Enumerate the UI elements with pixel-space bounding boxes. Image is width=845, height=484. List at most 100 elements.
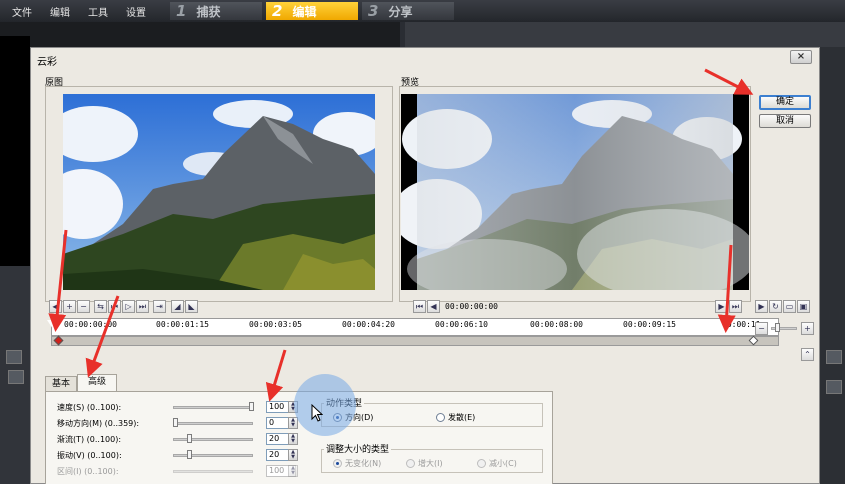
step-number: 2 [272, 2, 283, 20]
mountain-photo [63, 94, 375, 290]
background-library-header [405, 22, 845, 47]
timeline-ruler[interactable]: 00:00:00:00 00:00:01:15 00:00:03:05 00:0… [51, 318, 779, 336]
radio-label: 减小(C) [489, 459, 517, 468]
mouse-cursor-icon [311, 404, 323, 422]
background-preview-window [0, 36, 30, 266]
direction-slider[interactable] [173, 422, 253, 425]
flow-spinner[interactable]: ▲ ▼ [288, 433, 298, 445]
preview-window-icon[interactable]: ▭ [783, 300, 796, 313]
zoom-in-icon[interactable]: + [801, 322, 814, 335]
collapse-icon[interactable]: ⌃ [801, 348, 814, 361]
prev-keyframe-icon[interactable]: ◀ [49, 300, 62, 313]
ruler-tick: 00:00:06:10 [435, 320, 488, 329]
vibration-slider[interactable] [173, 454, 253, 457]
radio-label: 增大(I) [418, 459, 443, 468]
dialog-title: 云彩 [37, 57, 57, 68]
first-keyframe-icon[interactable]: ⏮ [108, 300, 121, 313]
step-edit[interactable]: 2 编辑 [266, 2, 358, 20]
menu-file[interactable]: 文件 [12, 4, 32, 19]
speed-slider[interactable] [173, 406, 253, 409]
background-library-strip [820, 47, 845, 484]
resize-decrease-radio: 减小(C) [477, 458, 517, 469]
speed-label: 速度(S) (0..100): [57, 403, 122, 412]
ruler-tick: 00:00:03:05 [249, 320, 302, 329]
radio-label: 发散(E) [448, 413, 476, 422]
step-forward-icon[interactable]: ▶ [715, 300, 728, 313]
next-keyframe-icon[interactable]: ▷ [122, 300, 135, 313]
resize-none-radio: 无变化(N) [333, 458, 381, 469]
tab-advanced[interactable]: 高级 [77, 374, 117, 392]
ruler-tick: 00:00:04:20 [342, 320, 395, 329]
radio-dot [477, 459, 486, 468]
radio-dot [436, 413, 445, 422]
add-keyframe-icon[interactable]: + [63, 300, 76, 313]
flow-label: 渐流(T) (0..100): [57, 435, 122, 444]
mountain-photo-clouded [401, 94, 749, 290]
step-back-icon[interactable]: ◀ [427, 300, 440, 313]
zoom-out-icon[interactable]: − [755, 322, 768, 335]
preview-timecode: 00:00:00:00 [445, 302, 498, 311]
loop-icon[interactable]: ↻ [769, 300, 782, 313]
clouds-dialog: 云彩 × 原图 预览 确定 取消 ◀ + − ⇆ ⏮ ▷ ⏭ ⇥ ◢ ◣ ⏮ ◀… [30, 47, 820, 484]
fade-in-icon[interactable]: ◢ [171, 300, 184, 313]
vibration-slider-thumb[interactable] [187, 450, 192, 459]
menu-edit[interactable]: 编辑 [50, 4, 70, 19]
close-button[interactable]: × [790, 50, 812, 64]
remove-keyframe-icon[interactable]: − [77, 300, 90, 313]
flow-slider-thumb[interactable] [187, 434, 192, 443]
radio-dot [406, 459, 415, 468]
step-label: 编辑 [292, 4, 317, 19]
ruler-tick: 00:00:00:00 [64, 320, 117, 329]
start-keyframe[interactable] [53, 335, 64, 346]
go-to-end-icon[interactable]: ⏭ [729, 300, 742, 313]
speed-slider-thumb[interactable] [249, 402, 254, 411]
motion-diverge-radio[interactable]: 发散(E) [436, 412, 475, 423]
copy-keyframe-icon[interactable]: ⇥ [153, 300, 166, 313]
radio-label: 无变化(N) [345, 459, 382, 468]
fade-out-icon[interactable]: ◣ [185, 300, 198, 313]
background-tool-icon [6, 350, 22, 364]
step-share[interactable]: 3 分享 [362, 2, 454, 20]
last-keyframe-icon[interactable]: ⏭ [136, 300, 149, 313]
workflow-steps: 1 捕获 2 编辑 3 分享 [170, 2, 458, 20]
resize-increase-radio: 增大(I) [406, 458, 443, 469]
ruler-tick: 00:00:01:15 [156, 320, 209, 329]
end-keyframe[interactable] [748, 335, 759, 346]
interval-label: 区间(I) (0..100): [57, 467, 119, 476]
playhead-marker[interactable] [47, 320, 59, 329]
monitor-icon[interactable]: ▣ [797, 300, 810, 313]
ok-button[interactable]: 确定 [759, 95, 811, 110]
interval-slider [173, 470, 253, 473]
resize-type-title: 调整大小的类型 [324, 442, 392, 455]
go-to-start-icon[interactable]: ⏮ [413, 300, 426, 313]
background-tool-icon [8, 370, 24, 384]
preview-image [401, 94, 749, 290]
radio-dot [333, 459, 342, 468]
menu-tools[interactable]: 工具 [88, 4, 108, 19]
click-highlight [294, 374, 356, 436]
direction-slider-thumb[interactable] [173, 418, 178, 427]
step-label: 捕获 [196, 4, 221, 19]
background-tool-icon [826, 350, 842, 364]
original-image [63, 94, 375, 290]
step-number: 3 [368, 2, 379, 20]
background-tool-icon [826, 380, 842, 394]
ruler-tick: 00:00:09:15 [623, 320, 676, 329]
background-preview-header [0, 22, 400, 47]
step-capture[interactable]: 1 捕获 [170, 2, 262, 20]
tab-basic[interactable]: 基本 [45, 376, 77, 392]
vibration-label: 振动(V) (0..100): [57, 451, 122, 460]
zoom-slider-thumb[interactable] [775, 323, 780, 332]
flow-slider[interactable] [173, 438, 253, 441]
step-label: 分享 [388, 4, 413, 19]
step-number: 1 [176, 2, 187, 20]
keyframe-track[interactable] [51, 335, 779, 346]
vibration-spinner[interactable]: ▲ ▼ [288, 449, 298, 461]
cancel-button[interactable]: 取消 [759, 114, 811, 128]
direction-label: 移动方向(M) (0..359): [57, 419, 140, 428]
reverse-keyframe-icon[interactable]: ⇆ [94, 300, 107, 313]
interval-spinner: ▲ ▼ [288, 465, 298, 477]
menu-settings[interactable]: 设置 [126, 4, 146, 19]
play-icon[interactable]: ▶ [755, 300, 768, 313]
ruler-tick: 00:00:08:00 [530, 320, 583, 329]
